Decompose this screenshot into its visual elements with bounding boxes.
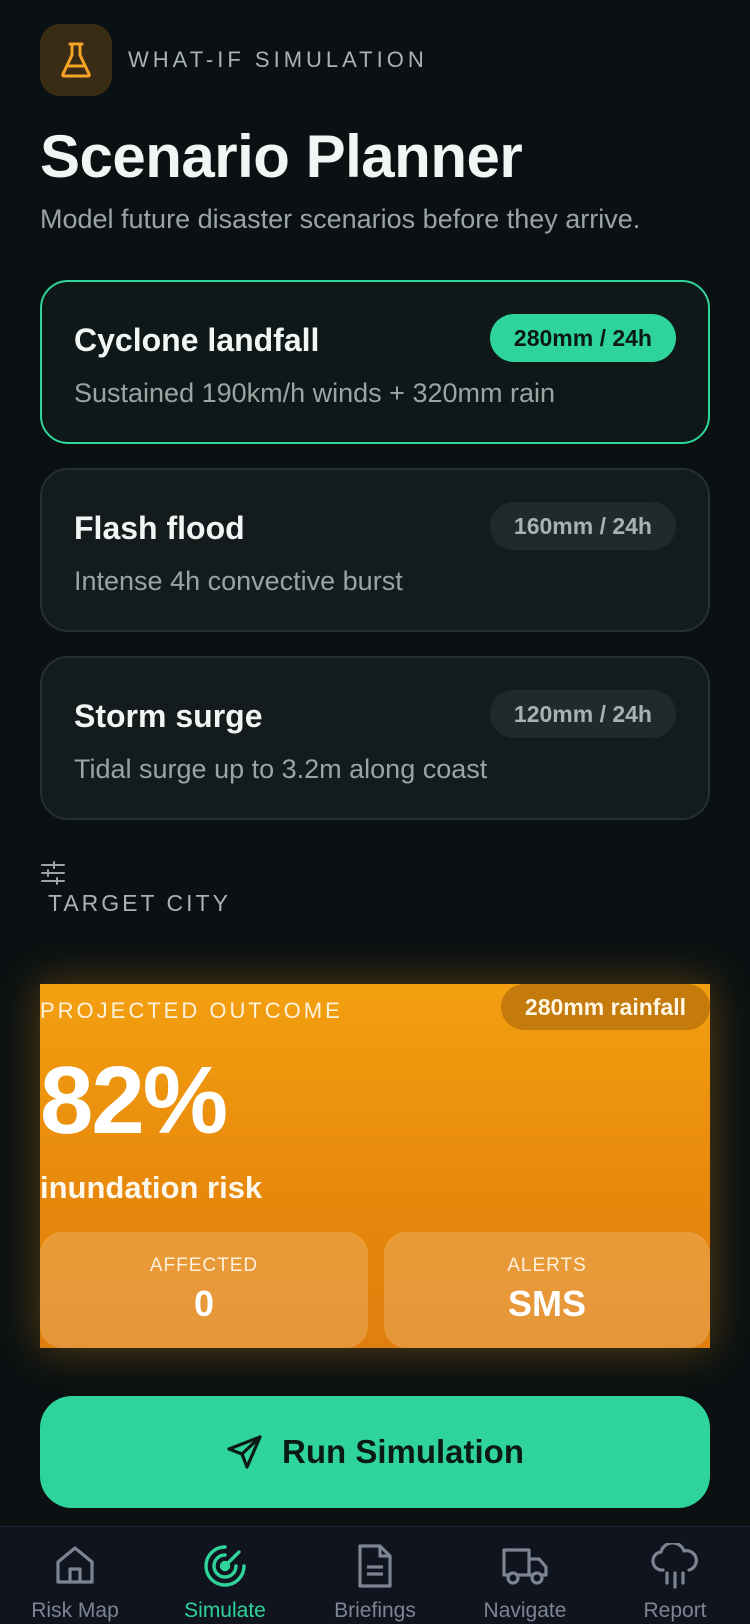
scenario-card-storm-surge[interactable]: Storm surge 120mm / 24h Tidal surge up t… <box>40 656 710 820</box>
flask-icon <box>61 42 91 78</box>
rainfall-badge: 280mm rainfall <box>500 984 710 1030</box>
page-subtitle: Model future disaster scenarios before t… <box>40 204 641 234</box>
nav-item-navigate[interactable]: Navigate <box>450 1527 600 1624</box>
scenario-description: Sustained 190km/h winds + 320mm rain <box>74 378 556 408</box>
nav-label: Risk Map <box>31 1599 119 1622</box>
sliders-icon <box>41 861 65 885</box>
bottom-nav: Risk Map Simulate Briefings Navigate Rep… <box>0 1526 750 1624</box>
nav-label: Navigate <box>483 1599 567 1622</box>
nav-label: Report <box>643 1599 707 1622</box>
nav-label: Briefings <box>334 1599 416 1622</box>
stat-alerts: ALERTS SMS <box>384 1232 710 1348</box>
scenario-name: Cyclone landfall <box>74 322 320 358</box>
scenario-name: Storm surge <box>74 698 263 734</box>
document-icon <box>358 1544 392 1588</box>
stat-value: SMS <box>507 1283 586 1324</box>
radar-icon <box>204 1545 246 1587</box>
scenario-card-flash-flood[interactable]: Flash flood 160mm / 24h Intense 4h conve… <box>40 468 710 632</box>
rainfall-badge: 120mm / 24h <box>489 690 676 738</box>
outcome-label: PROJECTED OUTCOME <box>40 998 343 1023</box>
risk-caption: inundation risk <box>40 1170 263 1205</box>
header-row: WHAT-IF SIMULATION <box>40 24 428 96</box>
truck-icon <box>502 1548 548 1585</box>
stat-value: 0 <box>193 1283 215 1324</box>
home-icon <box>56 1546 94 1584</box>
nav-item-simulate[interactable]: Simulate <box>150 1527 300 1624</box>
stat-key: ALERTS <box>507 1255 587 1276</box>
projected-outcome-panel: PROJECTED OUTCOME 280mm rainfall 82% inu… <box>40 984 710 1348</box>
send-icon <box>227 1435 262 1469</box>
stat-affected: AFFECTED 0 <box>40 1232 368 1348</box>
eyebrow-label: WHAT-IF SIMULATION <box>128 47 428 72</box>
run-simulation-label: Run Simulation <box>282 1433 524 1470</box>
flask-badge <box>40 24 112 96</box>
target-city-label[interactable]: TARGET CITY <box>48 890 231 917</box>
rainfall-badge: 160mm / 24h <box>489 502 676 550</box>
scenario-planner-screen: WHAT-IF SIMULATION Scenario Planner Mode… <box>0 0 750 1624</box>
page-title: Scenario Planner <box>40 123 523 190</box>
scenario-card-cyclone[interactable]: Cyclone landfall 280mm / 24h Sustained 1… <box>40 280 710 444</box>
stat-key: AFFECTED <box>149 1255 259 1276</box>
nav-item-report[interactable]: Report <box>600 1527 750 1624</box>
risk-percentage: 82% <box>40 1047 228 1154</box>
nav-item-risk-map[interactable]: Risk Map <box>0 1527 150 1624</box>
run-simulation-button[interactable]: Run Simulation <box>40 1396 710 1508</box>
rain-cloud-icon <box>651 1543 698 1589</box>
scenario-name: Flash flood <box>74 510 245 546</box>
scenario-description: Tidal surge up to 3.2m along coast <box>74 754 488 784</box>
nav-item-briefings[interactable]: Briefings <box>300 1527 450 1624</box>
scenario-description: Intense 4h convective burst <box>74 566 403 596</box>
nav-label: Simulate <box>184 1599 266 1622</box>
rainfall-badge: 280mm / 24h <box>489 314 676 362</box>
